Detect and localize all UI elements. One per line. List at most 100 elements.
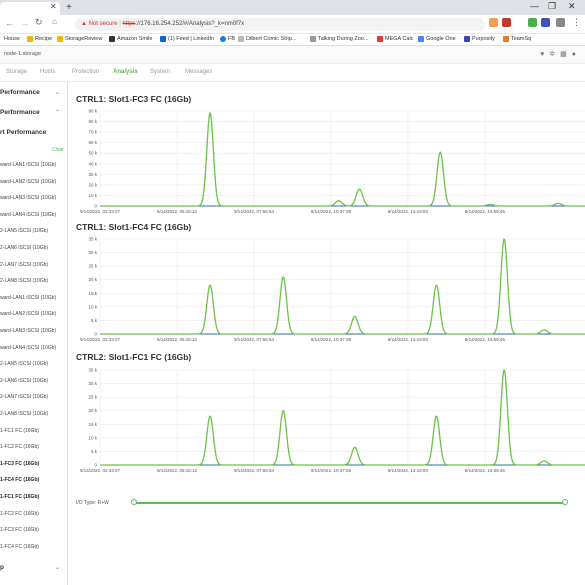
chevron-down-icon[interactable]: ⌄	[55, 564, 60, 571]
teamsq-icon	[503, 36, 509, 42]
port-list-item[interactable]: ward-LAN4 iSCSI (10Gb)	[0, 212, 56, 218]
y-tick-label: 30 k	[88, 172, 97, 177]
y-tick-label: 60 k	[88, 140, 97, 145]
bookmark-item[interactable]: Talking During Zoo...	[310, 36, 368, 42]
x-tick-label: 9/14/2022, 10:37:08	[311, 468, 352, 473]
x-tick-label: 9/14/2022, 05:15:12	[157, 468, 198, 473]
nav-hosts[interactable]: Hosts	[40, 69, 55, 75]
port-list-item[interactable]: 1-FC2 FC (16Gb)	[0, 511, 39, 517]
bookmark-item[interactable]: (1) Feed | LinkedIn	[160, 36, 214, 42]
user-icon[interactable]: ●	[572, 51, 581, 58]
dilbert-icon	[238, 36, 244, 42]
folder-icon	[57, 36, 63, 42]
security-status: Not secure	[88, 21, 118, 27]
y-tick-label: 20 k	[88, 408, 97, 413]
purposity-icon	[464, 36, 470, 42]
clear-button[interactable]: Clear	[52, 147, 64, 153]
port-list-item[interactable]: 1-FC2 FC (16Gb)	[0, 444, 39, 450]
forward-icon[interactable]: →	[20, 18, 29, 28]
home-icon[interactable]: ⌂	[52, 17, 57, 26]
port-list-item[interactable]: 1-FC3 FC (16Gb)	[0, 461, 39, 467]
bookmark-item[interactable]: TeamSq	[503, 36, 531, 42]
bookmark-item[interactable]: StorageReview	[57, 36, 102, 42]
port-list-item[interactable]: 2-LAN7 iSCSI (10Gb)	[0, 262, 48, 268]
port-list-item[interactable]: 1-FC1 FC (16Gb)	[0, 428, 39, 434]
mega-icon	[377, 36, 383, 42]
chevron-down-icon[interactable]: ⌄	[55, 89, 60, 96]
bookmark-item[interactable]: Amazon Smile	[109, 36, 152, 42]
window-close-icon[interactable]: ✕	[568, 1, 576, 12]
profile-icon[interactable]	[556, 18, 565, 27]
port-list-item[interactable]: 2-LAN8 iSCSI (10Gb)	[0, 278, 48, 284]
bookmark-item[interactable]: FB	[220, 36, 235, 42]
linkedin-icon	[160, 36, 166, 42]
port-list-item[interactable]: 2-LAN6 iSCSI (10Gb)	[0, 378, 48, 384]
slider-handle-start[interactable]	[131, 499, 137, 505]
y-tick-label: 40 k	[88, 161, 97, 166]
chevron-up-icon[interactable]: ⌃	[55, 109, 60, 116]
port-list-item[interactable]: ward-LAN4 iSCSI (10Gb)	[0, 345, 56, 351]
x-tick-label: 9/14/2022, 13:19:00	[388, 209, 429, 214]
new-tab-button[interactable]: +	[66, 2, 72, 13]
port-list-item[interactable]: 1-FC3 FC (16Gb)	[0, 527, 39, 533]
port-list-item[interactable]: 2-LAN5 iSCSI (10Gb)	[0, 228, 48, 234]
port-list-item[interactable]: 2-LAN8 iSCSI (10Gb)	[0, 411, 48, 417]
port-list-item[interactable]: 2-LAN5 iSCSI (10Gb)	[0, 361, 48, 367]
y-tick-label: 35 k	[88, 368, 97, 373]
tab-close-icon[interactable]: ✕	[50, 2, 57, 11]
bookmark-item[interactable]: MEGA Calc	[377, 36, 413, 42]
port-list-item[interactable]: ward-LAN3 iSCSI (10Gb)	[0, 195, 56, 201]
port-list-item[interactable]: ward-LAN1 iSCSI (10Gb)	[0, 295, 56, 301]
slider-handle-end[interactable]	[562, 499, 568, 505]
nav-system[interactable]: System	[150, 69, 170, 75]
y-tick-label: 0	[94, 332, 97, 337]
nav-analysis[interactable]: Analysis	[113, 69, 138, 75]
extension-icon[interactable]	[528, 18, 537, 27]
grid-icon[interactable]: ▦	[560, 51, 572, 58]
settings-icon[interactable]: ✲	[549, 51, 560, 58]
y-tick-label: 35 k	[88, 237, 97, 242]
facebook-icon	[220, 36, 226, 42]
x-tick-label: 9/14/2022, 05:15:12	[157, 337, 198, 342]
port-list-item[interactable]: ward-LAN2 iSCSI (10Gb)	[0, 311, 56, 317]
port-list-item[interactable]: ward-LAN2 iSCSI (10Gb)	[0, 179, 56, 185]
heart-icon[interactable]: ♥	[540, 51, 549, 58]
bookmark-item[interactable]: House	[4, 36, 20, 42]
maximize-icon[interactable]: ❐	[548, 1, 556, 12]
browser-tab[interactable]: ✕	[0, 2, 60, 15]
port-list-item[interactable]: 1-FC4 FC (16Gb)	[0, 477, 39, 483]
chart-ctrl1-fc4: 35 k30 k25 k20 k15 k10 k5 k09/14/2022, 0…	[80, 237, 585, 342]
port-list-item[interactable]: 2-LAN7 iSCSI (10Gb)	[0, 394, 48, 400]
nav-storage[interactable]: Storage	[6, 69, 27, 75]
port-list-item[interactable]: ward-LAN1 iSCSI (10Gb)	[0, 162, 56, 168]
y-tick-label: 90 k	[88, 109, 97, 114]
extension-icon[interactable]	[502, 18, 511, 27]
menu-icon[interactable]: ⋮	[572, 17, 581, 28]
bookmark-item[interactable]: Dilbert Comic Strip...	[238, 36, 296, 42]
brave-shield-icon[interactable]	[489, 18, 498, 27]
time-range-slider[interactable]	[135, 502, 565, 504]
series-line	[100, 111, 585, 207]
port-list-item[interactable]: 1-FC1 FC (16Gb)	[0, 494, 39, 500]
back-icon[interactable]: ←	[5, 18, 14, 28]
port-list-item[interactable]: ward-LAN3 iSCSI (10Gb)	[0, 328, 56, 334]
nav-messages[interactable]: Messages	[185, 69, 212, 75]
bookmark-item[interactable]: Purposity	[464, 36, 495, 42]
x-tick-label: 9/14/2022, 15:59:45	[465, 209, 506, 214]
series-line	[100, 237, 585, 335]
x-tick-label: 9/14/2022, 07:55:54	[234, 468, 275, 473]
nav-protection[interactable]: Protection	[72, 69, 99, 75]
x-tick-label: 9/14/2022, 10:37:08	[311, 337, 352, 342]
minimize-icon[interactable]: —	[530, 1, 539, 11]
bookmark-item[interactable]: Google One	[418, 36, 456, 42]
browser-tab-strip: ✕ + — ❐ ✕	[0, 0, 585, 15]
url-field[interactable]: ▲ Not secure | https://176.16.254.252/#/…	[75, 18, 485, 31]
port-list-item[interactable]: 2-LAN6 iSCSI (10Gb)	[0, 245, 48, 251]
y-tick-label: 30 k	[88, 381, 97, 386]
chart-title: CTRL1: Slot1-FC4 FC (16Gb)	[76, 222, 192, 232]
bookmark-item[interactable]: Recipe	[27, 36, 52, 42]
extension-icon[interactable]	[541, 18, 550, 27]
port-list-item[interactable]: 1-FC4 FC (16Gb)	[0, 544, 39, 550]
reload-icon[interactable]: ↻	[35, 17, 43, 28]
y-tick-label: 0	[94, 463, 97, 468]
